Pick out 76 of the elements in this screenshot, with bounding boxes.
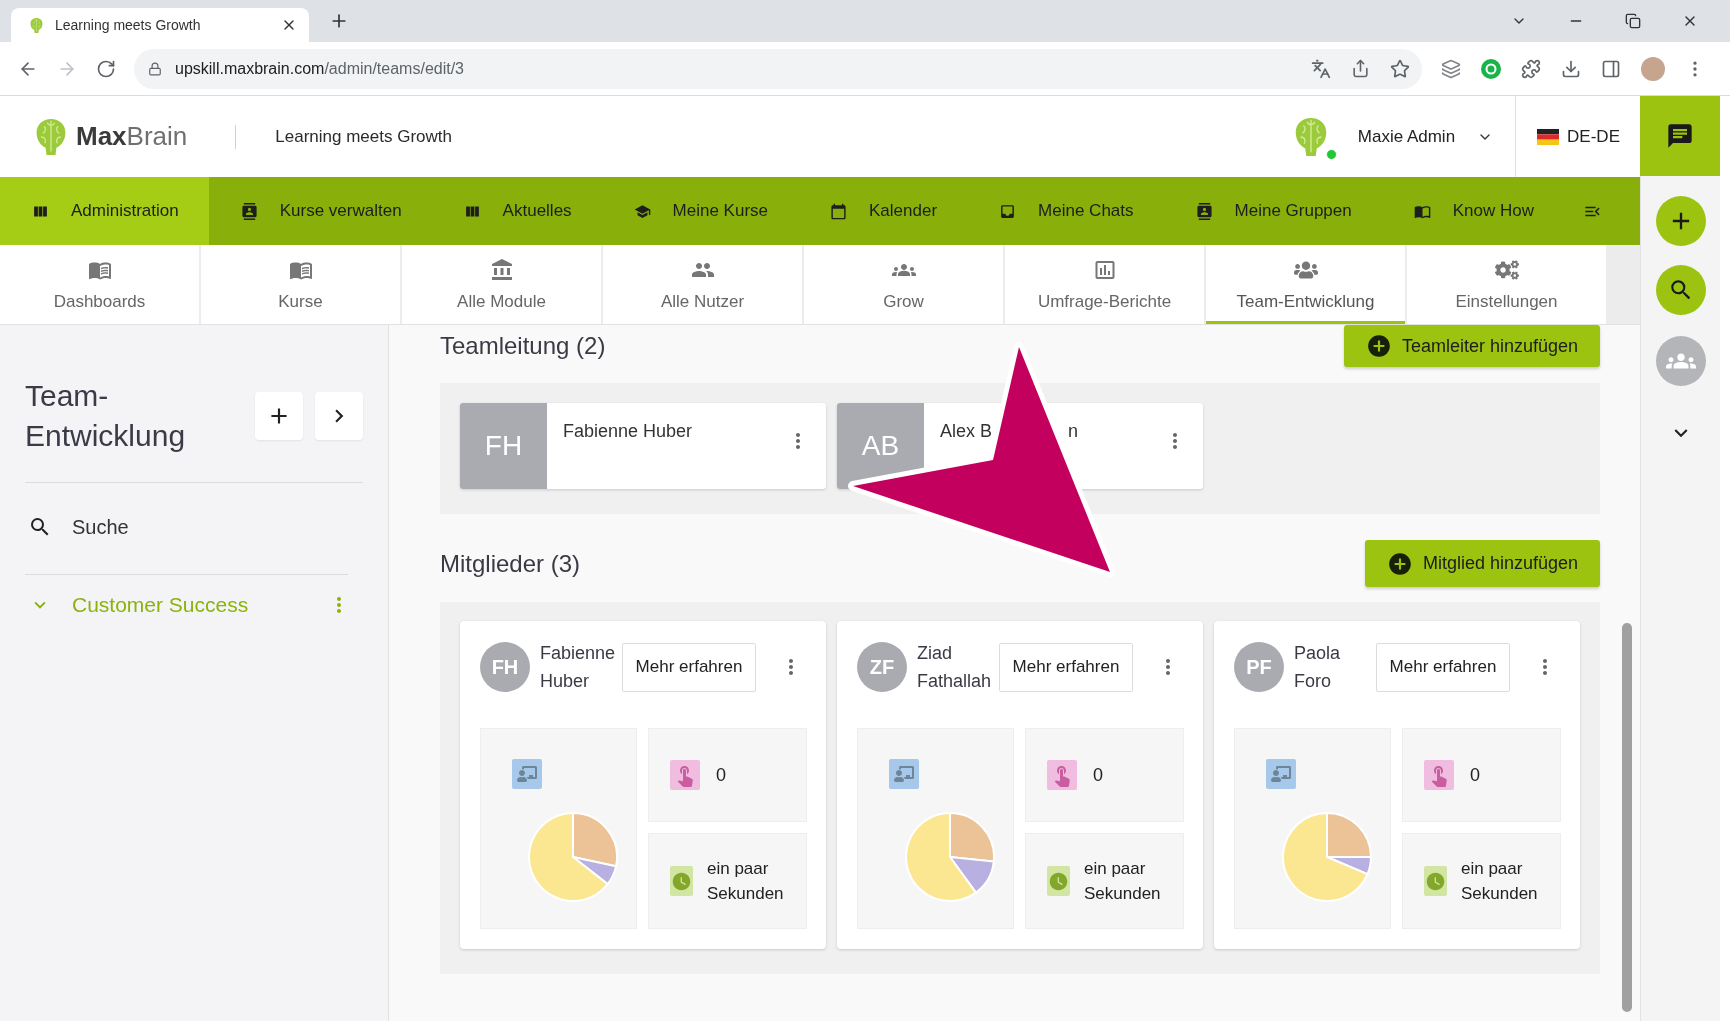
lock-icon — [148, 61, 162, 76]
add-button[interactable] — [1655, 196, 1706, 246]
member-name: Fabienne Huber — [540, 642, 617, 693]
layers-icon[interactable] — [1441, 58, 1461, 79]
contact-card-icon — [240, 202, 258, 220]
scrollbar-thumb[interactable] — [1622, 623, 1632, 1012]
initials-avatar: ZF — [857, 642, 907, 692]
section-tab[interactable]: Dashboards — [0, 245, 199, 324]
section-tab[interactable]: Kurse — [201, 245, 400, 324]
graduation-cap-icon — [633, 202, 651, 220]
browser-tab[interactable]: Learning meets Growth — [11, 8, 309, 42]
count-value: 0 — [1470, 764, 1480, 786]
more-info-button[interactable]: Mehr erfahren — [622, 642, 756, 692]
brain-favicon-icon — [29, 16, 44, 34]
count-value: 0 — [1093, 764, 1103, 786]
search-button[interactable] — [1655, 265, 1706, 315]
tagline: Learning meets Growth — [275, 126, 452, 147]
calendar-icon — [830, 202, 848, 220]
inbox-icon — [999, 202, 1017, 220]
add-team-leader-button[interactable]: Teamleiter hinzufügen — [1343, 325, 1600, 367]
last-active-text: ein paar Sekunden — [707, 858, 785, 905]
person-name: Fabienne Huber — [563, 421, 693, 442]
bank-building-icon — [489, 258, 514, 282]
person-name-fragment: n — [1068, 421, 1079, 442]
touch-hand-icon — [670, 760, 700, 790]
url-text: upskill.maxbrain.com/admin/teams/edit/3 — [175, 59, 464, 78]
touch-hand-icon — [1047, 760, 1077, 790]
last-active-text: ein paar Sekunden — [1084, 858, 1162, 905]
touch-hand-icon — [1424, 760, 1454, 790]
contact-card-icon — [1195, 202, 1213, 220]
presenter-board-icon — [1266, 759, 1296, 789]
clock-icon — [1047, 866, 1070, 896]
member-name: Paola Foro — [1294, 642, 1342, 693]
share-icon[interactable] — [1351, 59, 1370, 78]
section-heading: Teamleitung (2) — [440, 332, 606, 360]
section-tab[interactable]: Alle Module — [402, 245, 601, 324]
sidebar-title: Team-Entwicklung — [25, 378, 187, 454]
chat-button[interactable] — [1640, 96, 1720, 176]
initials-avatar: FH — [460, 403, 547, 489]
section-heading: Mitglieder (3) — [440, 549, 581, 578]
download-icon[interactable] — [1561, 58, 1581, 79]
section-tab[interactable]: Team-Entwicklung — [1206, 245, 1405, 324]
nav-item[interactable]: Administration — [0, 177, 209, 245]
count-value: 0 — [716, 764, 726, 786]
chat-icon — [1666, 122, 1694, 150]
tab-title: Learning meets Growth — [55, 17, 201, 33]
extension-icon[interactable] — [1481, 58, 1501, 79]
flag-icon — [1537, 128, 1560, 145]
section-tab[interactable]: Alle Nutzer — [603, 245, 802, 324]
last-active-text: ein paar Sekunden — [1461, 858, 1539, 905]
presenter-board-icon — [512, 759, 542, 789]
logo-text[interactable]: MaxBrain — [76, 121, 188, 152]
add-button[interactable] — [255, 392, 303, 440]
restore-icon[interactable] — [1625, 13, 1641, 29]
clock-icon — [670, 866, 693, 896]
address-field[interactable]: upskill.maxbrain.com/admin/teams/edit/3 — [134, 48, 1422, 89]
person-name: Alex B — [940, 421, 993, 442]
more-info-button[interactable]: Mehr erfahren — [1376, 642, 1510, 692]
section-tab[interactable]: Grow — [804, 245, 1003, 324]
search-button[interactable]: Suche — [25, 507, 129, 547]
clock-icon — [1424, 866, 1447, 896]
more-info-button[interactable]: Mehr erfahren — [999, 642, 1133, 692]
presenter-board-icon — [889, 759, 919, 789]
gears-icon — [1494, 258, 1519, 282]
puzzle-icon[interactable] — [1521, 58, 1541, 79]
initials-avatar: PF — [1234, 642, 1284, 692]
section-tab[interactable]: Umfrage-Berichte — [1005, 245, 1204, 324]
initials-avatar: FH — [480, 642, 530, 692]
translate-icon[interactable] — [1311, 58, 1331, 79]
user-menu-button[interactable]: Maxie Admin — [1357, 126, 1494, 147]
add-member-button[interactable]: Mitglied hinzufügen — [1364, 540, 1600, 587]
member-name: Ziad Fathallah — [917, 642, 993, 693]
side-panel-icon[interactable] — [1601, 58, 1621, 79]
reload-icon[interactable] — [96, 58, 116, 79]
star-icon[interactable] — [1390, 58, 1410, 79]
section-tab[interactable]: Einstellungen — [1407, 245, 1606, 324]
